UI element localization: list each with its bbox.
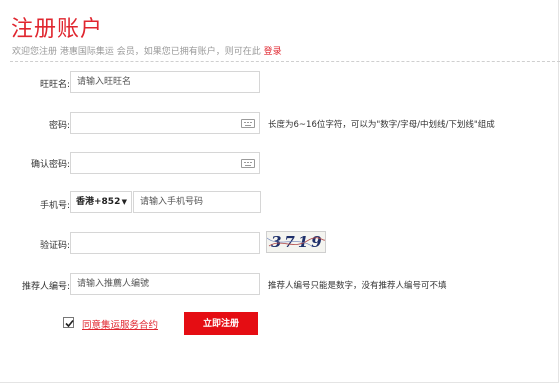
referrer-input[interactable] bbox=[71, 274, 259, 294]
referrer-hint: 推荐人编号只能是数字，没有推荐人编号可不填 bbox=[268, 281, 447, 291]
password-field-box bbox=[70, 112, 260, 134]
password-hint: 长度为6~16位字符，可以为"数字/字母/中划线/下划线"组成 bbox=[268, 120, 495, 130]
confirm-password-input[interactable] bbox=[71, 153, 259, 173]
phone-input[interactable] bbox=[134, 192, 260, 212]
confirm-password-field-box bbox=[70, 152, 260, 174]
agreement-checkbox[interactable] bbox=[63, 317, 74, 328]
password-input[interactable] bbox=[71, 113, 259, 133]
checkmark-icon bbox=[65, 319, 74, 328]
captcha-image[interactable]: 3719 bbox=[266, 231, 326, 253]
captcha-noise bbox=[267, 237, 325, 248]
dropdown-arrow-icon: ▼ bbox=[121, 198, 127, 206]
country-code-select[interactable]: 香港+852 ▼ bbox=[70, 191, 132, 213]
confirm-password-label: 确认密码: bbox=[30, 160, 70, 170]
username-input[interactable] bbox=[71, 72, 259, 92]
referrer-field-box bbox=[70, 273, 260, 295]
country-code-value: 香港+852 bbox=[76, 197, 121, 207]
captcha-field-box bbox=[70, 232, 260, 254]
agreement-link[interactable]: 同意集运服务合约 bbox=[82, 317, 158, 331]
login-link[interactable]: 登录 bbox=[264, 47, 282, 57]
keyboard-icon[interactable] bbox=[241, 159, 255, 168]
register-button[interactable]: 立即注册 bbox=[184, 312, 258, 335]
username-field-box bbox=[70, 71, 260, 93]
subtitle-text: 欢迎您注册 港惠国际集运 会员，如果您已拥有账户，则可在此 bbox=[12, 47, 261, 57]
captcha-input[interactable] bbox=[71, 233, 259, 253]
phone-label: 手机号: bbox=[39, 201, 70, 211]
username-label: 旺旺名: bbox=[39, 80, 70, 90]
header-divider bbox=[10, 61, 560, 62]
referrer-label: 推荐人编号: bbox=[21, 282, 70, 292]
password-label: 密码: bbox=[48, 121, 70, 131]
captcha-label: 验证码: bbox=[39, 241, 70, 251]
page-title: 注册账户 bbox=[11, 17, 104, 42]
phone-field-box bbox=[133, 191, 261, 213]
page-subtitle: 欢迎您注册 港惠国际集运 会员，如果您已拥有账户，则可在此 登录 bbox=[12, 44, 282, 57]
keyboard-icon[interactable] bbox=[241, 119, 255, 128]
